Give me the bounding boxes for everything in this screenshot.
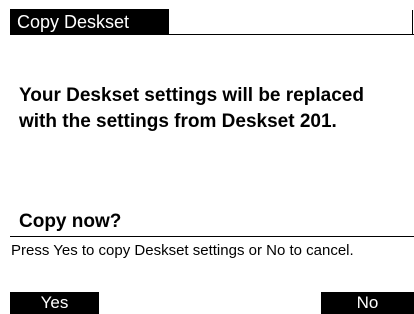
title-bar: Copy Deskset (0, 0, 414, 38)
yes-button[interactable]: Yes (10, 292, 99, 314)
help-text: Press Yes to copy Deskset settings or No… (11, 242, 354, 259)
dialog-title: Copy Deskset (10, 9, 169, 35)
title-divider (169, 34, 414, 35)
confirmation-message: Your Deskset settings will be replaced w… (19, 85, 364, 132)
help-divider (10, 236, 414, 237)
copy-question: Copy now? (19, 211, 122, 232)
title-right-edge (412, 10, 413, 35)
no-button[interactable]: No (321, 292, 414, 314)
